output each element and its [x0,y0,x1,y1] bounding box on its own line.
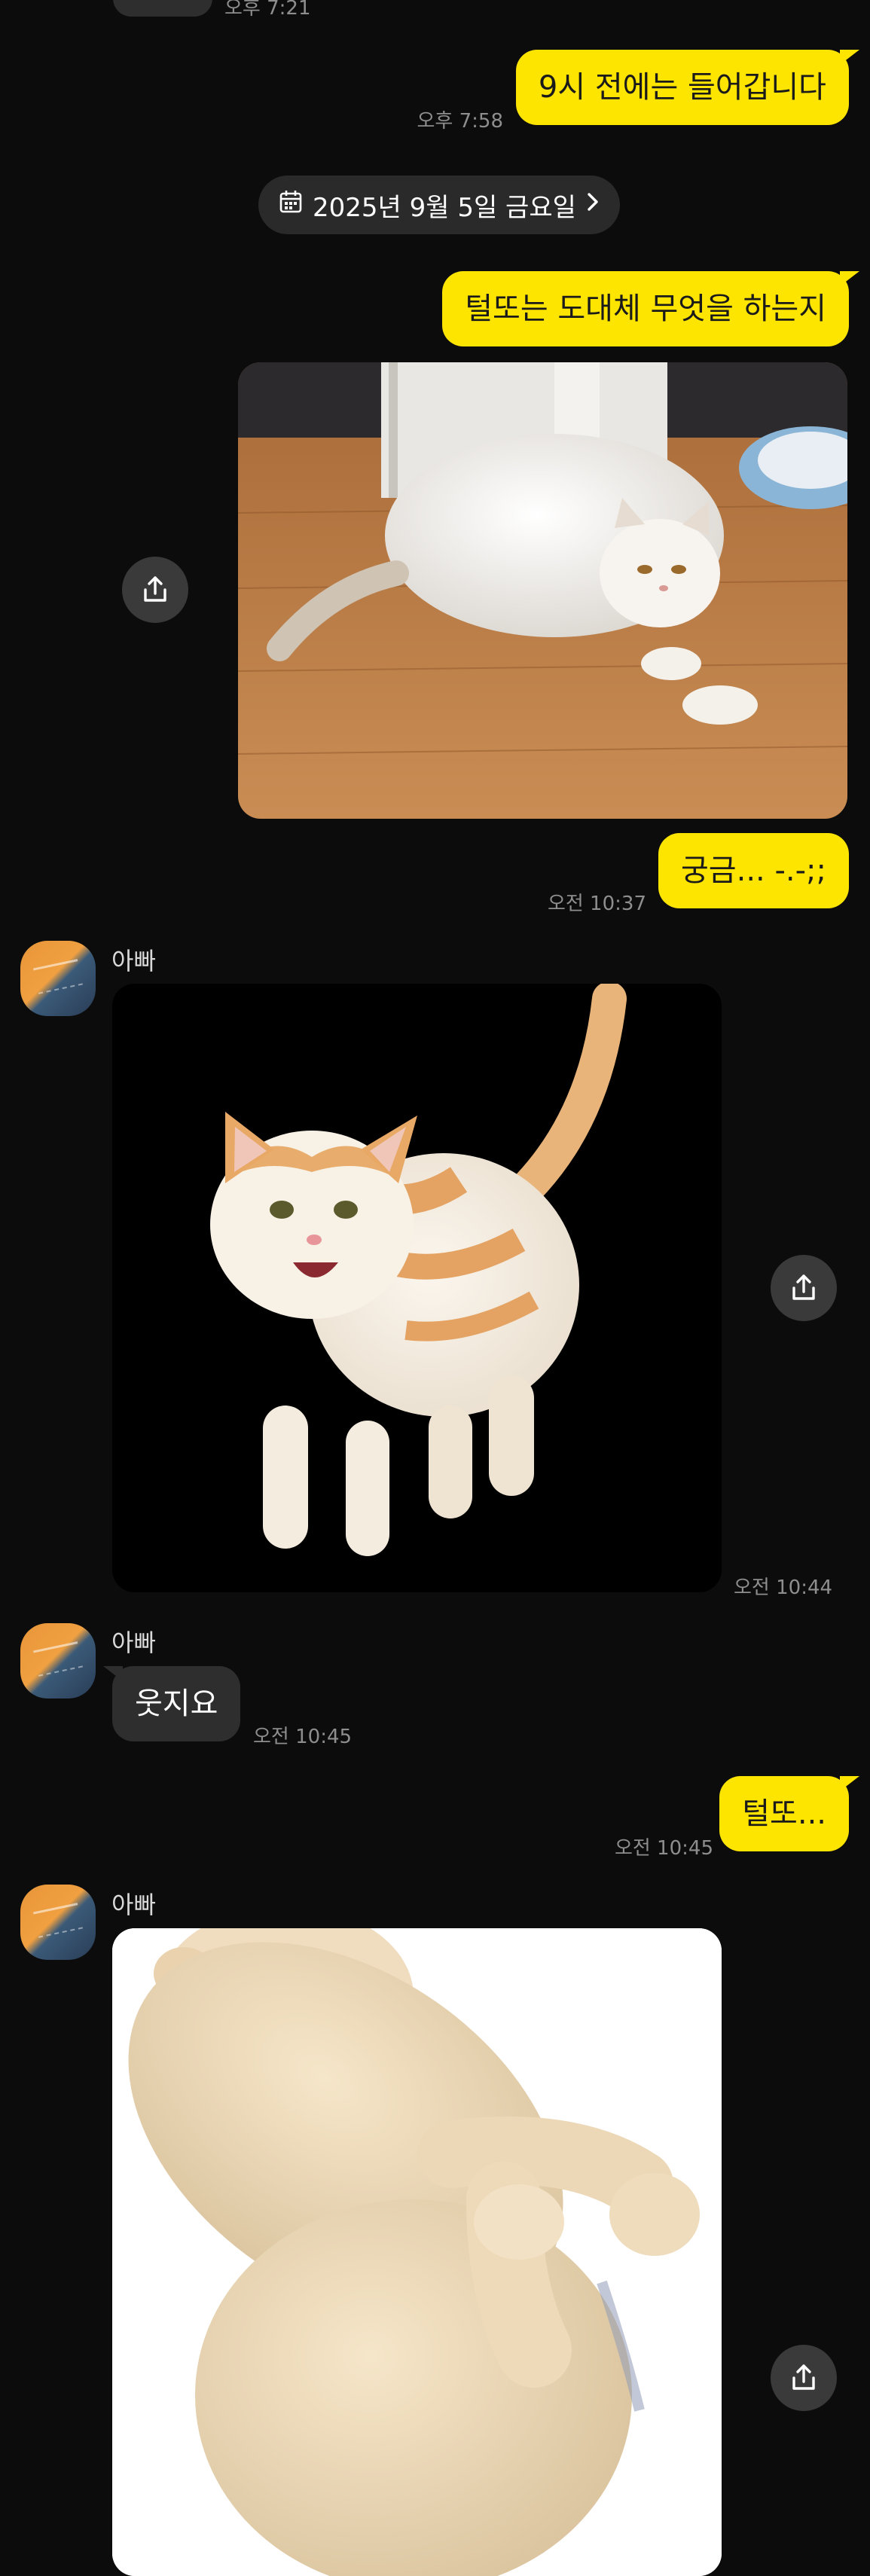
outgoing-message-bubble[interactable]: 9시 전에는 들어갑니다 [515,50,849,125]
share-upload-icon [792,2364,815,2390]
message-text: 웃지요 [135,1686,218,1721]
share-upload-icon [792,1274,815,1300]
bubble-tail [840,50,859,65]
outgoing-message-bubble[interactable]: 궁금... -.-;; [658,833,849,908]
share-upload-icon [144,576,166,602]
share-button[interactable] [122,557,188,623]
cat-photo-lying[interactable] [238,362,847,819]
sender-name: 아빠 [111,947,156,975]
outgoing-message-bubble[interactable]: 털또는 도대체 무엇을 하는지 [442,271,849,346]
outgoing-message-bubble[interactable]: 털또... [719,1776,849,1851]
bubble-tail [840,1776,859,1791]
message-text: 궁금... -.-;; [681,853,826,888]
bubble-tail [840,271,859,286]
message-text: 털또... [742,1796,826,1831]
message-text: 9시 전에는 들어갑니다 [538,70,826,105]
message-time: 오후 7:21 [224,0,311,20]
message-time: 오전 10:45 [614,1837,713,1860]
message-time: 오전 10:45 [253,1726,353,1748]
avatar[interactable] [20,1623,96,1699]
sender-name: 아빠 [111,1891,156,1919]
cat-photo-dancing[interactable] [112,1928,722,2576]
date-divider[interactable]: 2025년 9월 5일 금요일 [258,175,620,234]
incoming-message-bubble[interactable]: 웃지요 [112,1666,241,1741]
chevron-right-icon [585,190,600,220]
avatar[interactable] [20,1885,96,1960]
sender-name: 아빠 [111,1628,156,1657]
calendar-icon [278,189,304,221]
date-divider-label: 2025년 9월 5일 금요일 [313,192,576,223]
message-time: 오후 7:58 [417,110,504,133]
message-time: 오전 10:44 [734,1576,833,1599]
share-button[interactable] [771,2345,837,2411]
previous-bubble-partial [113,0,212,17]
avatar[interactable] [20,941,96,1016]
message-text: 털또는 도대체 무엇을 하는지 [465,291,826,326]
share-button[interactable] [771,1255,837,1321]
message-time: 오전 10:37 [547,893,646,915]
cat-photo-smiling[interactable] [112,984,722,1592]
